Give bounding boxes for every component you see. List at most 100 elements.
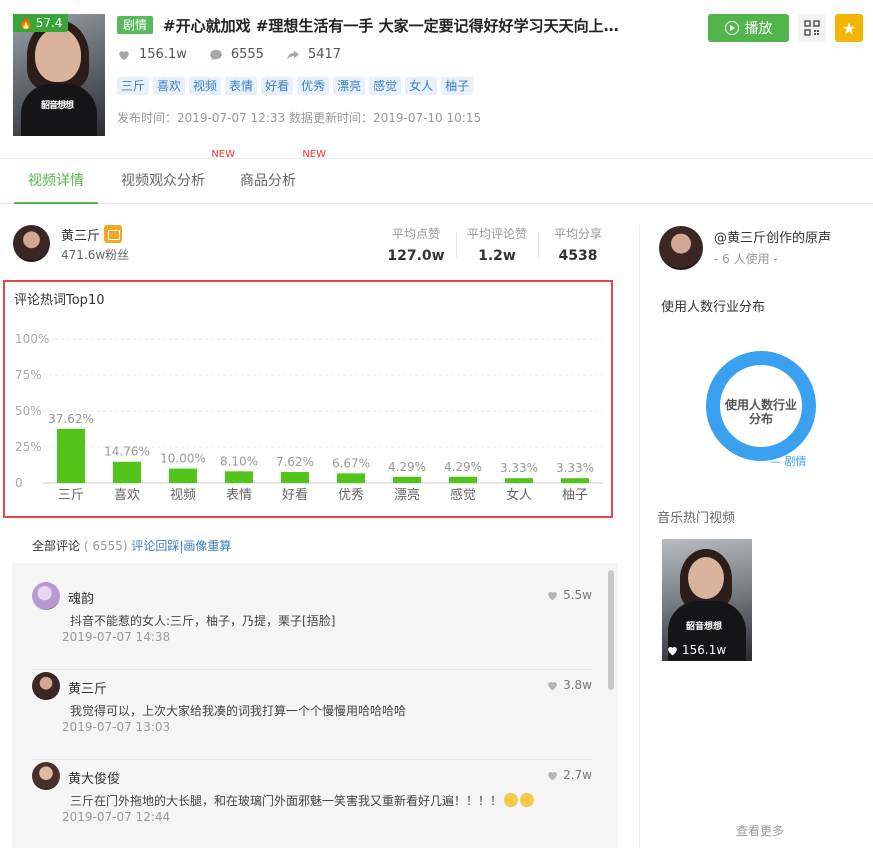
fire-icon: 🔥 xyxy=(19,17,33,30)
qr-code-icon xyxy=(804,20,820,36)
bar xyxy=(281,472,309,483)
comment-item: 黄大俊俊 2.7w 三斤在门外拖地的大长腿，和在玻璃门外面邪魅一笑害我又重新看好… xyxy=(32,762,592,850)
tab-product-analysis[interactable]: 商品分析 NEW xyxy=(240,149,326,204)
new-badge: NEW xyxy=(302,149,326,160)
tab-video-details[interactable]: 视频详情 xyxy=(14,159,98,204)
favorite-button[interactable]: ★ xyxy=(835,14,863,42)
keyword-tag[interactable]: 好看 xyxy=(261,77,294,95)
shares-stat: 5417 xyxy=(286,47,341,62)
data-label: 3.33% xyxy=(556,461,594,475)
video-thumbnail[interactable]: 韶音想想 xyxy=(13,14,105,136)
x-tick-label: 喜欢 xyxy=(114,488,140,503)
metric-value: 4538 xyxy=(558,248,598,264)
bar xyxy=(57,428,85,483)
bar xyxy=(113,461,141,483)
heart-icon xyxy=(668,646,677,655)
x-tick-label: 女人 xyxy=(506,487,532,503)
commenter-avatar[interactable] xyxy=(32,672,60,700)
comment-icon xyxy=(210,49,222,60)
x-tick-label: 好看 xyxy=(282,487,308,503)
heart-icon xyxy=(119,50,129,60)
like-count: 5.5w xyxy=(563,588,592,602)
tab-bar: 视频详情 视频观众分析 NEW 商品分析 NEW xyxy=(0,149,873,204)
author-avatar[interactable] xyxy=(13,225,50,262)
play-button[interactable]: 播放 xyxy=(708,14,789,42)
likes-count: 156.1w xyxy=(139,47,187,62)
shop-icon xyxy=(104,225,122,243)
comment-keywords-chart: 评论热词Top10 0 25% 50% 75% 100% 37.62% 三斤 14.76% 喜欢… xyxy=(3,280,613,518)
x-tick-label: 表情 xyxy=(226,488,252,503)
star-icon: ★ xyxy=(841,18,857,38)
keyword-tag[interactable]: 柚子 xyxy=(441,77,474,95)
comment-text: 三斤在门外拖地的大长腿，和在玻璃门外面邪魅一笑害我又重新看好几遍！！！！ xyxy=(70,792,535,809)
comment-likes: 5.5w xyxy=(546,588,592,602)
likes-stat: 156.1w xyxy=(117,47,187,62)
view-more-link[interactable]: 查看更多 xyxy=(736,822,784,839)
heart-icon xyxy=(548,591,557,600)
hot-videos-title: 音乐热门视频 xyxy=(657,511,736,526)
video-stats: 156.1w 6555 5417 xyxy=(117,47,341,62)
keyword-tag[interactable]: 表情 xyxy=(225,77,258,95)
like-count: 3.8w xyxy=(563,678,592,692)
comments-scrollbar[interactable] xyxy=(608,570,614,690)
metric-avg-likes: 平均点赞 127.0w xyxy=(385,225,447,264)
data-label: 4.29% xyxy=(388,460,426,474)
comments-header: 全部评论 ( 6555) 评论回踩|画像重算 xyxy=(32,537,231,554)
metric-label: 平均点赞 xyxy=(391,227,440,241)
donut-center-label: 使用人数行业分布 xyxy=(724,398,797,426)
keyword-tag[interactable]: 三斤 xyxy=(117,77,150,95)
metric-divider xyxy=(538,232,539,258)
comments-actions-link[interactable]: 评论回踩|画像重算 xyxy=(131,539,231,553)
keyword-tag[interactable]: 视频 xyxy=(189,77,222,95)
bar xyxy=(337,473,365,483)
data-label: 37.62% xyxy=(48,412,94,426)
music-name[interactable]: @黄三斤创作的原声 xyxy=(714,227,831,246)
donut-legend: — 剧情 xyxy=(770,455,807,468)
comment-likes: 3.8w xyxy=(546,678,592,692)
keyword-tags: 三斤 喜欢 视频 表情 好看 优秀 漂亮 感觉 女人 柚子 xyxy=(117,77,474,95)
score-badge: 🔥 57.4 xyxy=(13,14,69,32)
tab-label: 视频详情 xyxy=(28,173,84,189)
new-badge: NEW xyxy=(211,149,235,160)
y-tick-label: 75% xyxy=(15,368,42,382)
comment-text-body: 三斤在门外拖地的大长腿，和在玻璃门外面邪魅一笑害我又重新看好几遍！！！！ xyxy=(70,794,503,808)
bar xyxy=(169,468,197,483)
qr-code-button[interactable] xyxy=(798,14,826,42)
comments-count: 6555 xyxy=(230,47,264,62)
play-label: 播放 xyxy=(744,21,773,37)
shirt-print: 韶音想想 xyxy=(686,622,723,632)
score-value: 57.4 xyxy=(35,16,63,30)
bar xyxy=(449,476,477,483)
commenter-name[interactable]: 黄大俊俊 xyxy=(68,768,120,787)
data-label: 14.76% xyxy=(104,445,150,459)
hot-video-thumbnail[interactable]: 韶音想想 156.1w xyxy=(662,539,752,661)
keyword-tag[interactable]: 优秀 xyxy=(297,77,330,95)
keyword-tag[interactable]: 漂亮 xyxy=(333,77,366,95)
x-tick-label: 三斤 xyxy=(58,488,84,503)
keyword-tag[interactable]: 感觉 xyxy=(369,77,402,95)
industry-distribution-title: 使用人数行业分布 xyxy=(661,300,766,315)
commenter-name[interactable]: 魂韵 xyxy=(68,588,94,607)
commenter-avatar[interactable] xyxy=(32,762,60,790)
comments-count: ( 6555) xyxy=(83,539,128,553)
data-label: 8.10% xyxy=(220,454,258,468)
commenter-avatar[interactable] xyxy=(32,582,60,610)
keyword-tag[interactable]: 女人 xyxy=(405,77,438,95)
publish-info: 发布时间：2019-07-07 12:33 数据更新时间：2019-07-10 … xyxy=(117,111,482,125)
metric-label: 平均分享 xyxy=(553,227,602,241)
commenter-name[interactable]: 黄三斤 xyxy=(68,678,107,697)
music-author-avatar[interactable] xyxy=(659,226,703,270)
legend-label: 剧情 xyxy=(784,455,807,468)
comment-item: 魂韵 5.5w 抖音不能惹的女人:三斤，柚子，乃提，栗子[捂脸] 2019-07… xyxy=(32,582,592,670)
like-count: 2.7w xyxy=(563,768,592,782)
category-tag: 剧情 xyxy=(117,16,154,34)
x-tick-label: 漂亮 xyxy=(394,487,420,503)
bar xyxy=(505,478,533,483)
author-name[interactable]: 黄三斤 xyxy=(61,225,100,244)
tab-label: 视频观众分析 xyxy=(121,173,205,189)
tab-audience-analysis[interactable]: 视频观众分析 NEW xyxy=(121,149,235,204)
comment-text: 我觉得可以，上次大家给我凑的词我打算一个个慢慢用哈哈哈哈 xyxy=(70,704,407,718)
keyword-tag[interactable]: 喜欢 xyxy=(153,77,186,95)
x-tick-label: 视频 xyxy=(170,488,196,503)
hot-video-likes: 156.1w xyxy=(666,643,726,657)
